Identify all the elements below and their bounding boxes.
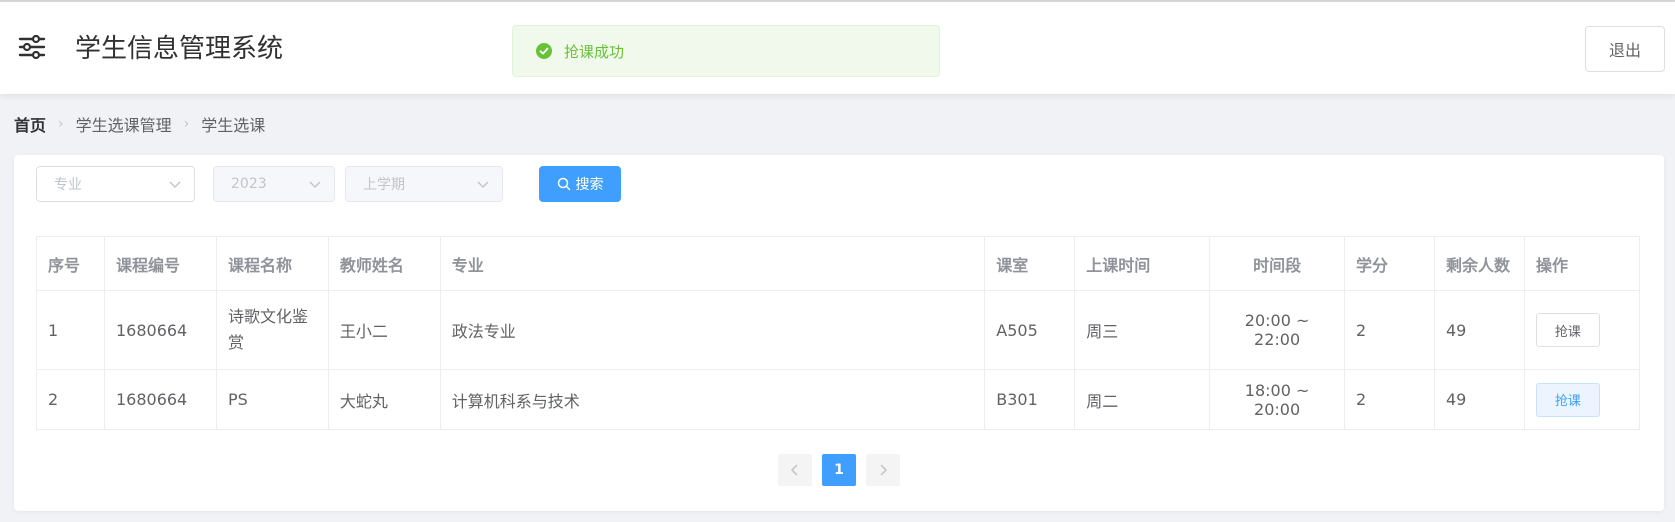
pagination: 1 (778, 454, 900, 486)
header-time: 时间段 (1209, 236, 1346, 291)
toast-message: 抢课成功 (564, 42, 625, 61)
chevron-down-icon (477, 181, 489, 188)
cell-remaining: 49 (1433, 369, 1525, 430)
search-button-label: 搜索 (575, 177, 604, 193)
logout-button[interactable]: 退出 (1585, 26, 1665, 72)
header-course-code: 课程编号 (103, 236, 217, 291)
success-toast: 抢课成功 (512, 25, 940, 77)
breadcrumb-current: 学生选课 (201, 116, 266, 135)
term-select-value: 上学期 (363, 177, 405, 193)
table-row: 2 1680664 PS 大蛇丸 计算机科系与技术 B301 周二 18:00 … (36, 369, 1641, 430)
page-number-button[interactable]: 1 (822, 454, 856, 486)
grab-course-button[interactable]: 抢课 (1535, 382, 1600, 417)
next-page-button[interactable] (866, 454, 900, 486)
cell-action: 抢课 (1523, 290, 1641, 370)
cell-teacher: 大蛇丸 (327, 369, 441, 430)
header-remaining: 剩余人数 (1433, 236, 1525, 291)
cell-room: A505 (984, 290, 1076, 370)
header-course-name: 课程名称 (215, 236, 329, 291)
grab-course-button[interactable]: 抢课 (1535, 313, 1600, 347)
header-room: 课室 (984, 236, 1076, 291)
header-major: 专业 (439, 236, 986, 291)
breadcrumb-course-management[interactable]: 学生选课管理 (76, 112, 172, 136)
cell-course-name: PS (215, 369, 329, 430)
cell-credit: 2 (1344, 290, 1435, 370)
header-index: 序号 (36, 236, 105, 291)
header-day: 上课时间 (1074, 236, 1211, 291)
cell-time: 18:00 ~ 20:00 (1209, 369, 1346, 430)
search-button[interactable]: 搜索 (539, 166, 621, 202)
breadcrumb: 首页 › 学生选课管理 › 学生选课 (14, 112, 265, 136)
cell-course-code: 1680664 (103, 290, 217, 370)
breadcrumb-separator-icon: › (183, 116, 190, 132)
cell-index: 1 (36, 290, 105, 370)
app-header: 学生信息管理系统 抢课成功 退出 (0, 2, 1675, 94)
cell-time: 20:00 ~ 22:00 (1209, 290, 1346, 370)
cell-day: 周三 (1074, 290, 1211, 370)
cell-major: 计算机科系与技术 (439, 369, 986, 430)
year-select-value: 2023 (231, 176, 267, 192)
cell-credit: 2 (1344, 369, 1435, 430)
menu-toggle-icon[interactable] (18, 32, 46, 62)
chevron-right-icon (880, 464, 888, 476)
header-action: 操作 (1523, 236, 1641, 291)
cell-action: 抢课 (1523, 369, 1641, 430)
table-header-row: 序号 课程编号 课程名称 教师姓名 专业 课室 上课时间 时间段 学分 剩余人数… (36, 236, 1641, 291)
chevron-down-icon (309, 181, 321, 188)
prev-page-button[interactable] (778, 454, 812, 486)
app-title: 学生信息管理系统 (75, 34, 284, 64)
cell-course-name: 诗歌文化鉴赏 (215, 290, 329, 370)
breadcrumb-home[interactable]: 首页 (14, 112, 46, 136)
cell-room: B301 (984, 369, 1076, 430)
search-icon (557, 177, 570, 191)
year-select[interactable]: 2023 (213, 166, 335, 202)
major-select-placeholder: 专业 (54, 177, 82, 193)
term-select[interactable]: 上学期 (345, 166, 503, 202)
cell-course-code: 1680664 (103, 369, 217, 430)
cell-index: 2 (36, 369, 105, 430)
cell-major: 政法专业 (439, 290, 986, 370)
header-credit: 学分 (1344, 236, 1435, 291)
cell-remaining: 49 (1433, 290, 1525, 370)
major-select[interactable]: 专业 (36, 166, 195, 202)
course-table: 序号 课程编号 课程名称 教师姓名 专业 课室 上课时间 时间段 学分 剩余人数… (36, 236, 1641, 430)
check-circle-icon (536, 43, 552, 59)
content-card: 专业 2023 上学期 搜索 序号 课程编号 课程名称 教师姓名 专业 课室 上… (14, 155, 1664, 511)
table-row: 1 1680664 诗歌文化鉴赏 王小二 政法专业 A505 周三 20:00 … (36, 290, 1641, 370)
chevron-left-icon (790, 464, 798, 476)
breadcrumb-separator-icon: › (58, 116, 64, 132)
cell-day: 周二 (1074, 369, 1211, 430)
cell-teacher: 王小二 (327, 290, 441, 370)
chevron-down-icon (169, 181, 181, 188)
header-teacher: 教师姓名 (327, 236, 441, 291)
